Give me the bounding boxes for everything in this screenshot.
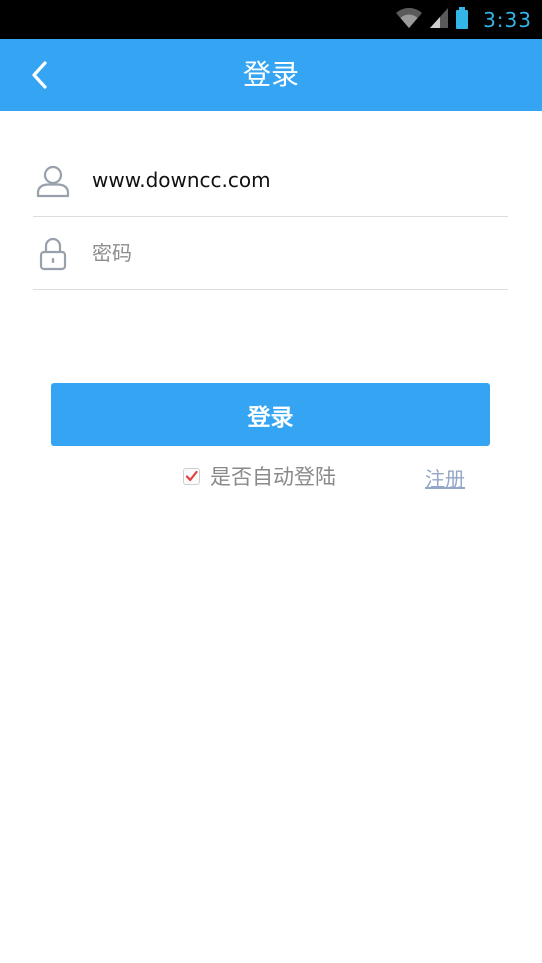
password-input[interactable]	[92, 233, 492, 273]
password-row	[33, 217, 508, 290]
lock-icon	[39, 237, 67, 271]
wifi-icon	[395, 6, 423, 34]
auto-login-checkbox[interactable]	[183, 467, 200, 485]
check-icon	[185, 470, 198, 481]
back-button[interactable]	[20, 55, 60, 95]
username-row	[33, 144, 508, 217]
login-button[interactable]: 登录	[51, 383, 490, 446]
signal-icon	[429, 6, 449, 34]
user-icon	[36, 165, 70, 198]
battery-icon	[455, 6, 469, 34]
chevron-left-icon	[32, 61, 47, 89]
status-bar: 3:33	[0, 0, 542, 39]
auto-login-option[interactable]: 是否自动登陆	[183, 460, 336, 492]
auto-login-label: 是否自动登陆	[210, 465, 336, 489]
register-link[interactable]: 注册	[425, 463, 465, 492]
status-time: 3:33	[483, 7, 532, 32]
title-bar: 登录	[0, 39, 542, 111]
username-input[interactable]	[92, 160, 492, 200]
page-title: 登录	[242, 58, 299, 91]
status-icons: 3:33	[395, 0, 532, 39]
